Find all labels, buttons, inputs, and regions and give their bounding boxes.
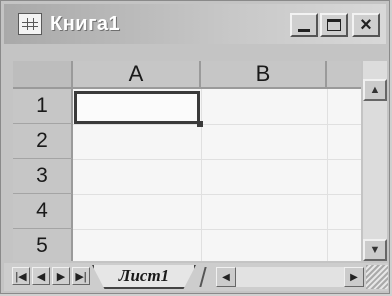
grid-line [73,229,361,230]
close-icon: × [360,14,372,36]
arrow-right-icon: ▶ [350,271,358,283]
row-header-2[interactable]: 2 [13,124,73,159]
tab-split-divider[interactable] [199,267,217,287]
grid-line [73,159,361,160]
row-header-1[interactable]: 1 [13,89,73,124]
arrow-left-icon: ◀ [222,271,230,283]
next-sheet-button[interactable]: ▶ [52,267,70,285]
sheet-tab-label: Лист1 [118,266,170,285]
arrow-up-icon: ▲ [369,84,381,96]
grid-line [201,89,202,261]
active-cell-a1[interactable] [74,91,200,124]
select-all-corner[interactable] [13,61,73,89]
title-bar[interactable]: Книга1 × [4,4,386,44]
grid-line [327,89,328,261]
vertical-scrollbar[interactable]: ▲ ▼ [363,61,387,261]
workbook-window: Книга1 × A B 1 2 3 4 5 ▲ ▼ |◀ ◀ ▶ ▶| Лис… [0,0,390,294]
previous-arrow-icon: ◀ [36,270,46,283]
spreadsheet-icon[interactable] [18,13,42,35]
scroll-right-button[interactable]: ▶ [344,267,364,287]
sheet-tab-bar: |◀ ◀ ▶ ▶| Лист1 ◀ ▶ [4,263,388,291]
maximize-icon [327,19,341,31]
scroll-up-button[interactable]: ▲ [363,79,387,101]
row-header-3[interactable]: 3 [13,159,73,194]
first-sheet-button[interactable]: |◀ [12,267,30,285]
sheet-tab-list1[interactable]: Лист1 [92,265,196,289]
minimize-button[interactable] [290,13,318,37]
close-button[interactable]: × [352,13,380,37]
arrow-down-icon: ▼ [369,244,381,256]
resize-grip-icon[interactable] [366,265,388,289]
fill-handle[interactable] [197,121,203,127]
grid-line [73,124,361,125]
window-title: Книга1 [50,13,121,35]
first-arrow-icon: |◀ [15,270,27,283]
maximize-button[interactable] [320,13,348,37]
last-arrow-icon: ▶| [75,270,87,283]
last-sheet-button[interactable]: ▶| [72,267,90,285]
column-header-b[interactable]: B [201,61,327,89]
scroll-left-button[interactable]: ◀ [216,267,236,287]
minimize-icon [298,28,310,32]
column-header-c[interactable] [327,61,361,89]
row-header-4[interactable]: 4 [13,194,73,229]
worksheet-grid[interactable]: A B 1 2 3 4 5 [13,61,361,261]
row-header-5[interactable]: 5 [13,229,73,261]
grid-line [73,194,361,195]
column-header-a[interactable]: A [73,61,201,89]
previous-sheet-button[interactable]: ◀ [32,267,50,285]
next-arrow-icon: ▶ [56,270,66,283]
scroll-down-button[interactable]: ▼ [363,239,387,261]
